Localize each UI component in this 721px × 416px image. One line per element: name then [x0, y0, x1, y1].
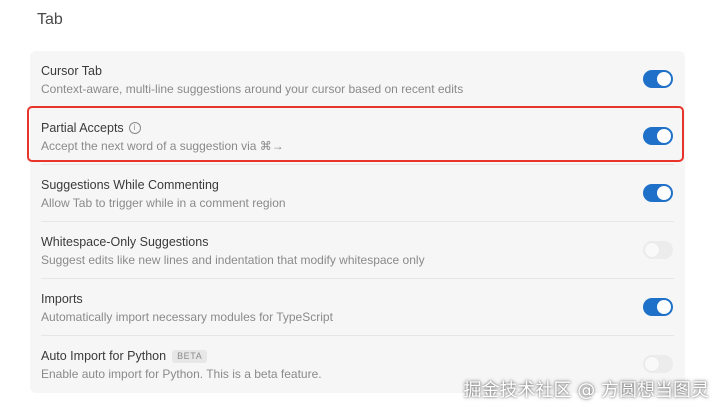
toggle-knob: [657, 72, 671, 86]
setting-title: Suggestions While Commenting: [41, 178, 219, 192]
beta-badge: BETA: [172, 349, 208, 363]
setting-description: Accept the next word of a suggestion via…: [41, 139, 284, 153]
setting-description: Context-aware, multi-line suggestions ar…: [41, 82, 464, 96]
setting-row-suggestions-while-commenting: Suggestions While Commenting Allow Tab t…: [30, 165, 685, 222]
setting-description: Automatically import necessary modules f…: [41, 310, 333, 324]
setting-description: Suggest edits like new lines and indenta…: [41, 253, 425, 267]
settings-page: Tab Cursor Tab Context-aware, multi-line…: [0, 0, 721, 416]
toggle-knob: [657, 129, 671, 143]
setting-title: Cursor Tab: [41, 64, 102, 78]
setting-row-whitespace-only: Whitespace-Only Suggestions Suggest edit…: [30, 222, 685, 279]
suggestions-while-commenting-toggle[interactable]: [643, 184, 673, 202]
setting-title: Whitespace-Only Suggestions: [41, 235, 209, 249]
setting-row-imports: Imports Automatically import necessary m…: [30, 279, 685, 336]
setting-title: Imports: [41, 292, 83, 306]
watermark-text: 掘金技术社区 @ 方圆想当图灵: [463, 380, 709, 401]
setting-description: Enable auto import for Python. This is a…: [41, 367, 322, 381]
tab-settings-panel: Cursor Tab Context-aware, multi-line sug…: [30, 51, 685, 393]
whitespace-only-toggle[interactable]: [643, 241, 673, 259]
toggle-knob: [657, 186, 671, 200]
setting-row-partial-accepts: Partial Accepts i Accept the next word of…: [30, 108, 685, 165]
partial-accepts-toggle[interactable]: [643, 127, 673, 145]
section-title: Tab: [37, 11, 63, 28]
setting-description: Allow Tab to trigger while in a comment …: [41, 196, 286, 210]
setting-title: Partial Accepts i: [41, 121, 141, 135]
imports-toggle[interactable]: [643, 298, 673, 316]
toggle-knob: [645, 243, 659, 257]
toggle-knob: [645, 357, 659, 371]
setting-row-cursor-tab: Cursor Tab Context-aware, multi-line sug…: [30, 51, 685, 108]
auto-import-python-toggle[interactable]: [643, 355, 673, 373]
setting-title: Auto Import for Python BETA: [41, 349, 208, 363]
info-icon[interactable]: i: [128, 122, 141, 134]
toggle-knob: [657, 300, 671, 314]
cursor-tab-toggle[interactable]: [643, 70, 673, 88]
